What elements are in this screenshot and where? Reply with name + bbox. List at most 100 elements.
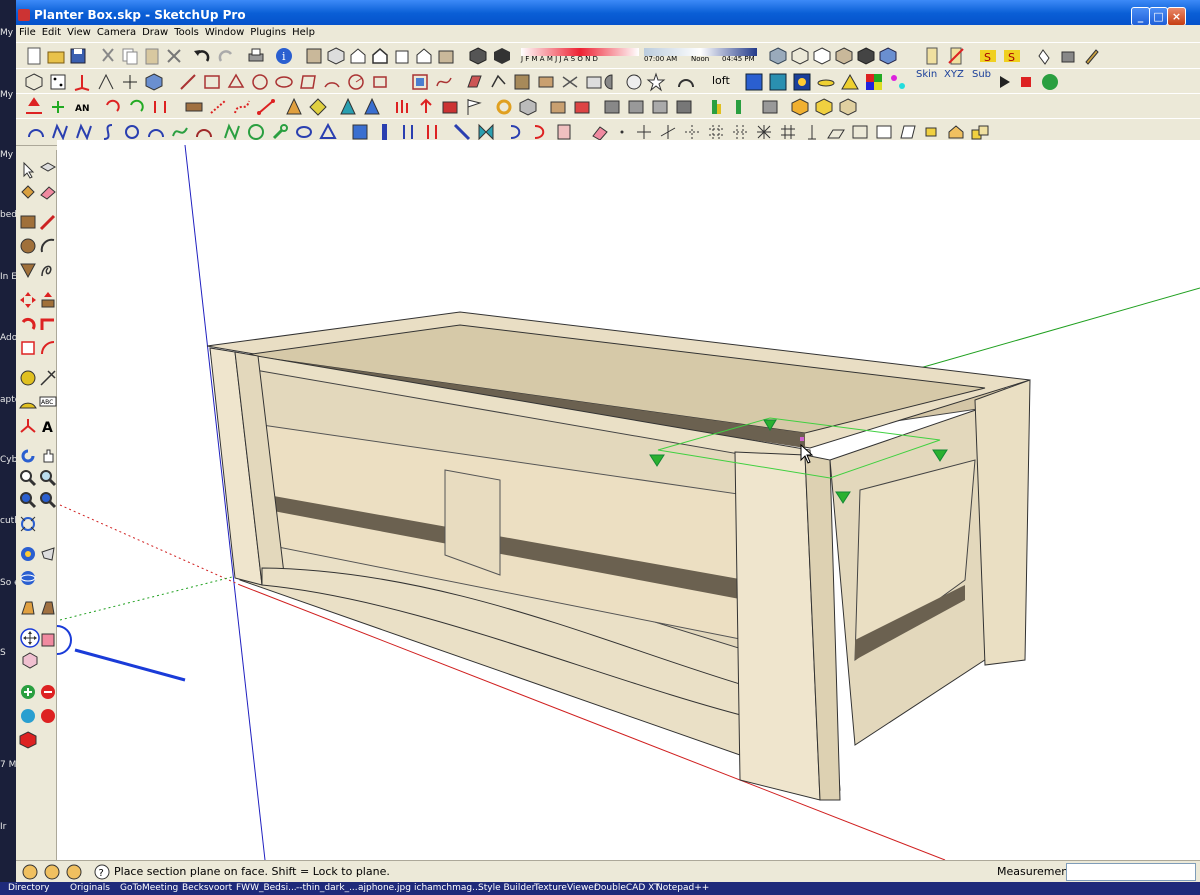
hidden-line-style-icon[interactable]: [812, 46, 832, 66]
grid-cross-icon[interactable]: [778, 122, 798, 142]
print-icon[interactable]: [246, 46, 266, 66]
star-lines-icon[interactable]: [754, 122, 774, 142]
taskbar-item[interactable]: TextureViewer: [534, 883, 598, 893]
xray-style-icon[interactable]: [768, 46, 788, 66]
section-box-icon[interactable]: [144, 72, 164, 92]
look-around-icon[interactable]: [18, 568, 38, 588]
figure-icon[interactable]: [706, 97, 726, 117]
skin-label[interactable]: Skin: [916, 69, 937, 80]
pencil-line-icon[interactable]: [38, 212, 58, 232]
new-file-icon[interactable]: [24, 46, 44, 66]
wrench-icon[interactable]: [270, 122, 290, 142]
grid-box3-icon[interactable]: [650, 97, 670, 117]
menu-help[interactable]: Help: [289, 25, 318, 41]
extrude-icon[interactable]: [584, 72, 604, 92]
play-icon[interactable]: [994, 72, 1014, 92]
left-view-icon[interactable]: [436, 46, 456, 66]
perspective-icon[interactable]: [24, 72, 44, 92]
freehand-left-icon[interactable]: [38, 260, 58, 280]
flip-icon[interactable]: [560, 72, 580, 92]
arrows-red-icon[interactable]: [422, 122, 442, 142]
paint-fill-icon[interactable]: [1058, 46, 1078, 66]
freehand-icon[interactable]: [434, 72, 454, 92]
taskbar-item[interactable]: --thin_dark_...: [296, 883, 358, 893]
triangle-blue-icon[interactable]: [318, 122, 338, 142]
no-layer-icon[interactable]: [946, 46, 966, 66]
loft-label[interactable]: loft: [712, 74, 730, 87]
pushpull-multi-icon[interactable]: [392, 97, 412, 117]
undo-icon[interactable]: [192, 46, 212, 66]
offset-tool-icon[interactable]: [38, 338, 58, 358]
sphere-half-icon[interactable]: [602, 72, 622, 92]
cube-gray-icon[interactable]: [518, 97, 538, 117]
tape-measure-icon[interactable]: [18, 368, 38, 388]
taskbar-item[interactable]: Style Builder: [478, 883, 535, 893]
blue-swirl-icon[interactable]: [18, 706, 38, 726]
section-cut-icon[interactable]: [20, 650, 40, 670]
zoom-previous-icon[interactable]: [18, 490, 38, 510]
array-icon[interactable]: [184, 97, 204, 117]
rotate-red-icon[interactable]: [102, 97, 122, 117]
pyramid-icon[interactable]: [308, 97, 328, 117]
polygon-icon[interactable]: [370, 72, 390, 92]
pie-tool-icon[interactable]: [346, 72, 366, 92]
geolocation-icon[interactable]: [20, 862, 40, 882]
wireframe-style-icon[interactable]: [790, 46, 810, 66]
weld-icon[interactable]: [488, 72, 508, 92]
small-box-icon[interactable]: [922, 122, 942, 142]
color-grid-icon[interactable]: [864, 72, 884, 92]
orange-ring-icon[interactable]: [494, 97, 514, 117]
grid-hash-icon[interactable]: [706, 122, 726, 142]
grid-box4-icon[interactable]: [674, 97, 694, 117]
erase-x-icon[interactable]: [164, 46, 184, 66]
display-section-icon[interactable]: [38, 630, 58, 650]
sphere-yellow-icon[interactable]: [814, 97, 834, 117]
diagonal-blue-icon[interactable]: [452, 122, 472, 142]
taskbar-item[interactable]: GoToMeeting: [120, 883, 178, 893]
arc-tool-icon[interactable]: [322, 72, 342, 92]
make-component-tool-icon[interactable]: [38, 160, 58, 180]
bezier-arc2-icon[interactable]: [146, 122, 166, 142]
copy-icon[interactable]: [120, 46, 140, 66]
brush-icon[interactable]: [1082, 46, 1102, 66]
red-minus-icon[interactable]: [38, 682, 58, 702]
rotate-green-icon[interactable]: [126, 97, 146, 117]
credits-icon[interactable]: [42, 862, 62, 882]
section-plane-icon[interactable]: [20, 628, 40, 648]
orange-cube-icon[interactable]: [790, 97, 810, 117]
sandbox-icon[interactable]: [38, 598, 58, 618]
sphere-icon[interactable]: [624, 72, 644, 92]
shadow-date-slider[interactable]: J F M A M J J A S O N D: [521, 45, 641, 67]
taskbar-item[interactable]: DoubleCAD XT: [594, 883, 660, 893]
paste-icon[interactable]: [142, 46, 162, 66]
bezier-arc-icon[interactable]: [26, 122, 46, 142]
figure2-icon[interactable]: [730, 97, 750, 117]
line-fan-icon[interactable]: [96, 72, 116, 92]
menu-edit[interactable]: Edit: [39, 25, 64, 41]
menu-window[interactable]: Window: [202, 25, 247, 41]
bezier-s-icon[interactable]: [98, 122, 118, 142]
make-component-icon[interactable]: [304, 46, 324, 66]
bezier-n-icon[interactable]: [50, 122, 70, 142]
polygon-green-icon[interactable]: [246, 122, 266, 142]
hook-blue-icon[interactable]: [506, 122, 526, 142]
wood-box-icon[interactable]: [548, 97, 568, 117]
stop-icon[interactable]: [1016, 72, 1036, 92]
double-box-icon[interactable]: [970, 122, 990, 142]
axes-an-icon[interactable]: AN: [72, 97, 92, 117]
red-swirl-icon[interactable]: [38, 706, 58, 726]
crosshair-tilt-icon[interactable]: [658, 122, 678, 142]
axes-icon[interactable]: [72, 72, 92, 92]
help-icon[interactable]: ?: [92, 862, 112, 882]
rotate-tool-icon[interactable]: [18, 314, 38, 334]
shadow-settings-icon[interactable]: [468, 46, 488, 66]
open-folder-icon[interactable]: [46, 46, 66, 66]
taskbar-item[interactable]: Becksvoort: [182, 883, 232, 893]
taskbar-item[interactable]: Notepad++: [656, 883, 709, 893]
monochrome-style-icon[interactable]: [878, 46, 898, 66]
scale-tool-icon[interactable]: [18, 338, 38, 358]
menu-tools[interactable]: Tools: [171, 25, 202, 41]
push-pull-tool-icon[interactable]: [38, 290, 58, 310]
select-arrow-icon[interactable]: [18, 160, 38, 180]
rectangle-tool-icon[interactable]: [202, 72, 222, 92]
